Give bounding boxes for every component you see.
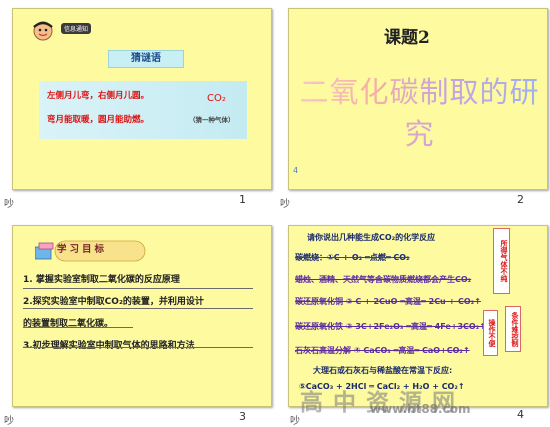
reaction-line: 碳还原氧化铁 ③ 3C+2Fe₂O₃ ═高温═ 4Fe+3CO₂↑ (295, 322, 486, 331)
cartoon-logo-icon (33, 21, 53, 41)
goal-item: 2.探究实验室中制取CO₂的装置，并利用设计 (23, 297, 204, 307)
reaction-line: 蜡烛、酒精、天然气等含碳物质燃烧都会产生CO₂ (295, 275, 472, 284)
slide-number: 3 (239, 410, 246, 423)
riddle-hint: （猜一种气体） (189, 116, 235, 124)
reaction-line: 石灰石高温分解 ④ CaCO₃ ═高温═ CaO+CO₂↑ (295, 346, 470, 355)
slide-number: 1 (239, 193, 246, 206)
side-note: 条件难控制 (505, 306, 521, 352)
note-icon: 吵 (4, 416, 14, 427)
logo-label: 信息通知 (61, 23, 92, 34)
slide-4-thumbnail[interactable]: 请你说出几种能生成CO₂的化学反应 碳燃烧：①C + O₂ ═点燃═ CO₂ 蜡… (288, 225, 548, 407)
slide-mark: 4 (293, 166, 299, 175)
note-icon: 吵 (280, 199, 290, 210)
slide-title: 二氧化碳制取的研究 (297, 69, 542, 153)
side-note: 所得气体不纯 (493, 228, 510, 294)
watermark-url: www.ht88.com (370, 402, 471, 416)
goal-item: 1. 掌握实验室制取二氧化碳的反应原理 (23, 275, 180, 285)
note-icon: 吵 (4, 199, 14, 210)
underline (23, 327, 133, 328)
note-icon: 吵 (290, 416, 300, 427)
question-line: 请你说出几种能生成CO₂的化学反应 (307, 233, 436, 242)
reaction-line: 碳燃烧：①C + O₂ ═点燃═ CO₂ (295, 253, 410, 262)
goal-label: 学习目标 (57, 244, 108, 255)
slide-2-thumbnail[interactable]: 课题2 二氧化碳制取的研究 4 (288, 8, 548, 190)
topic-heading: 课题2 (384, 28, 430, 48)
riddle-line-1: 左侧月儿弯，右侧月儿圆。 (47, 91, 150, 101)
underline (23, 288, 253, 289)
slide-number: 2 (517, 193, 524, 206)
slide-1-thumbnail[interactable]: 信息通知 猜谜语 左侧月儿弯，右侧月儿圆。 CO₂ 弯月能取暖，圆月能助燃。 （… (12, 8, 272, 190)
slide-number: 4 (517, 408, 524, 421)
riddle-box: 左侧月儿弯，右侧月儿圆。 CO₂ 弯月能取暖，圆月能助燃。 （猜一种气体） (39, 81, 247, 139)
slide-3-thumbnail[interactable]: 学习目标 1. 掌握实验室制取二氧化碳的反应原理 2.探究实验室中制取CO₂的装… (12, 225, 272, 407)
riddle-answer: CO₂ (207, 93, 226, 104)
underline (23, 347, 253, 348)
riddle-line-2: 弯月能取暖，圆月能助燃。 (47, 115, 150, 125)
reaction-line: 碳还原氧化铜 ② C + 2CuO ═高温═ 2Cu + CO₂↑ (295, 297, 481, 306)
riddle-title: 猜谜语 (108, 50, 184, 68)
goal-item: 3.初步理解实验室中制取气体的思路和方法 (23, 341, 195, 351)
side-note: 操作不便 (483, 310, 498, 356)
underline (23, 308, 253, 309)
reaction-line: 大理石或石灰石与稀盐酸在常温下反应: (313, 366, 453, 375)
